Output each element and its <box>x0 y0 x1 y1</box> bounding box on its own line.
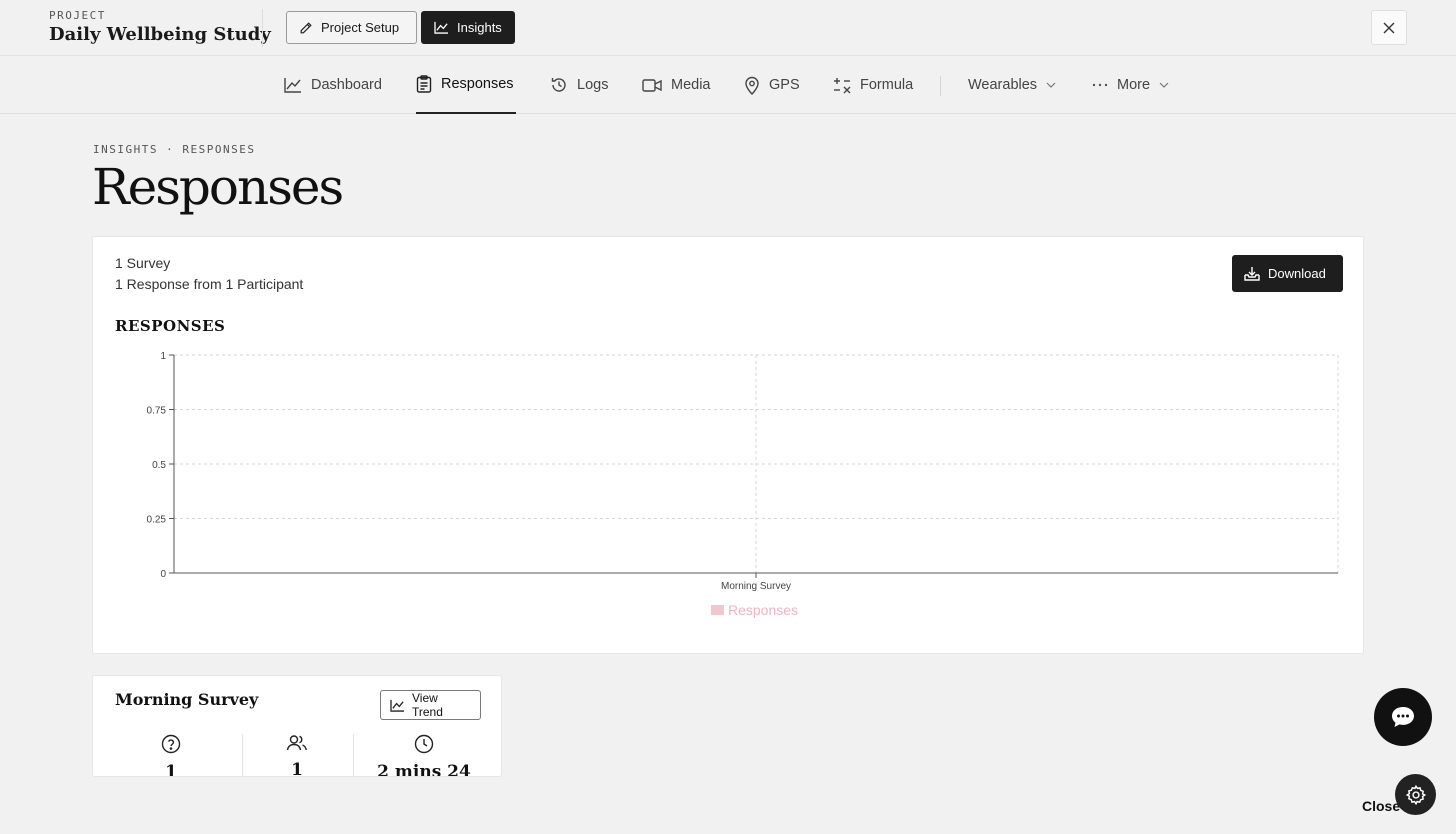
project-setup-button[interactable]: Project Setup <box>286 11 417 44</box>
stat-divider <box>353 734 354 776</box>
y-tick-label: 0.5 <box>152 460 166 471</box>
video-icon <box>642 78 662 93</box>
bottom-bar <box>0 777 1456 834</box>
tab-more[interactable]: More <box>1092 56 1169 114</box>
tab-more-label: More <box>1117 77 1151 93</box>
tab-gps-label: GPS <box>769 77 800 93</box>
y-tick-label: 0 <box>160 569 166 580</box>
stat-questions: 1 <box>151 734 191 777</box>
tab-media[interactable]: Media <box>642 56 711 114</box>
tab-formula-label: Formula <box>860 77 914 93</box>
stat-duration: 2 mins 24 <box>374 734 474 777</box>
tab-logs-label: Logs <box>577 77 609 93</box>
project-kicker: PROJECT <box>49 9 106 22</box>
y-tick-label: 0.25 <box>147 515 167 526</box>
page-title: Responses <box>92 158 344 216</box>
tab-wearables-label: Wearables <box>968 77 1038 93</box>
insights-label: Insights <box>457 20 502 35</box>
tab-wearables[interactable]: Wearables <box>968 56 1056 114</box>
tab-media-label: Media <box>671 77 711 93</box>
users-icon <box>286 734 308 752</box>
stat-participants: 1 <box>277 734 317 777</box>
map-pin-icon <box>744 76 760 95</box>
formula-icon <box>833 76 851 94</box>
chat-button[interactable] <box>1374 688 1432 746</box>
nav-divider <box>940 76 941 96</box>
tab-logs[interactable]: Logs <box>550 56 608 114</box>
top-bar: PROJECT Daily Wellbeing Study Project Se… <box>0 0 1456 56</box>
survey-title: Morning Survey <box>115 690 259 709</box>
legend-label: Responses <box>728 602 798 618</box>
breadcrumb: INSIGHTS · RESPONSES <box>93 143 256 156</box>
tab-dashboard-label: Dashboard <box>311 77 382 93</box>
gear-icon <box>1405 784 1427 806</box>
more-dots-icon <box>1092 83 1108 87</box>
view-trend-label: View Trend <box>412 691 443 719</box>
question-icon <box>161 734 181 754</box>
stat-questions-value: 1 <box>165 762 177 777</box>
stat-divider <box>242 734 243 776</box>
tab-responses[interactable]: Responses <box>416 56 516 114</box>
chevron-down-icon <box>1046 82 1056 88</box>
stat-participants-value: 1 <box>291 760 303 777</box>
chart-line-icon <box>284 77 302 93</box>
y-tick-label: 1 <box>160 351 166 362</box>
view-trend-button[interactable]: View Trend <box>380 690 481 720</box>
chevron-down-icon <box>1159 82 1169 88</box>
x-tick-label: Morning Survey <box>721 581 791 592</box>
clock-icon <box>414 734 434 754</box>
chart-line-icon <box>390 699 405 712</box>
responses-chart: 0 0.25 0.5 0.75 1 Morning Survey Responses <box>147 351 1339 618</box>
legend-swatch <box>711 605 724 615</box>
close-link[interactable]: Close <box>1362 798 1400 814</box>
project-setup-label: Project Setup <box>321 20 400 35</box>
stat-duration-value: 2 mins 24 <box>377 762 471 777</box>
close-window-button[interactable] <box>1371 10 1407 45</box>
pencil-icon <box>299 21 313 35</box>
tab-formula[interactable]: Formula <box>833 56 913 114</box>
close-icon <box>1383 22 1395 34</box>
survey-card: Morning Survey View Trend 1 1 2 mins 24 <box>92 675 502 777</box>
chat-bubble-icon <box>1390 705 1416 729</box>
y-tick-label: 0.75 <box>147 406 167 417</box>
settings-button[interactable] <box>1395 774 1436 815</box>
history-icon <box>550 76 568 94</box>
clipboard-icon <box>416 75 432 93</box>
responses-card: 1 Survey 1 Response from 1 Participant D… <box>92 236 1364 654</box>
insights-button[interactable]: Insights <box>421 11 515 44</box>
divider <box>262 9 263 47</box>
project-title: Daily Wellbeing Study <box>49 24 271 45</box>
insights-nav: Dashboard Responses Logs Media GPS Formu… <box>0 56 1456 114</box>
tab-responses-label: Responses <box>441 76 514 92</box>
tab-gps[interactable]: GPS <box>744 56 800 114</box>
chart-line-icon <box>434 21 449 34</box>
tab-dashboard[interactable]: Dashboard <box>284 56 382 114</box>
